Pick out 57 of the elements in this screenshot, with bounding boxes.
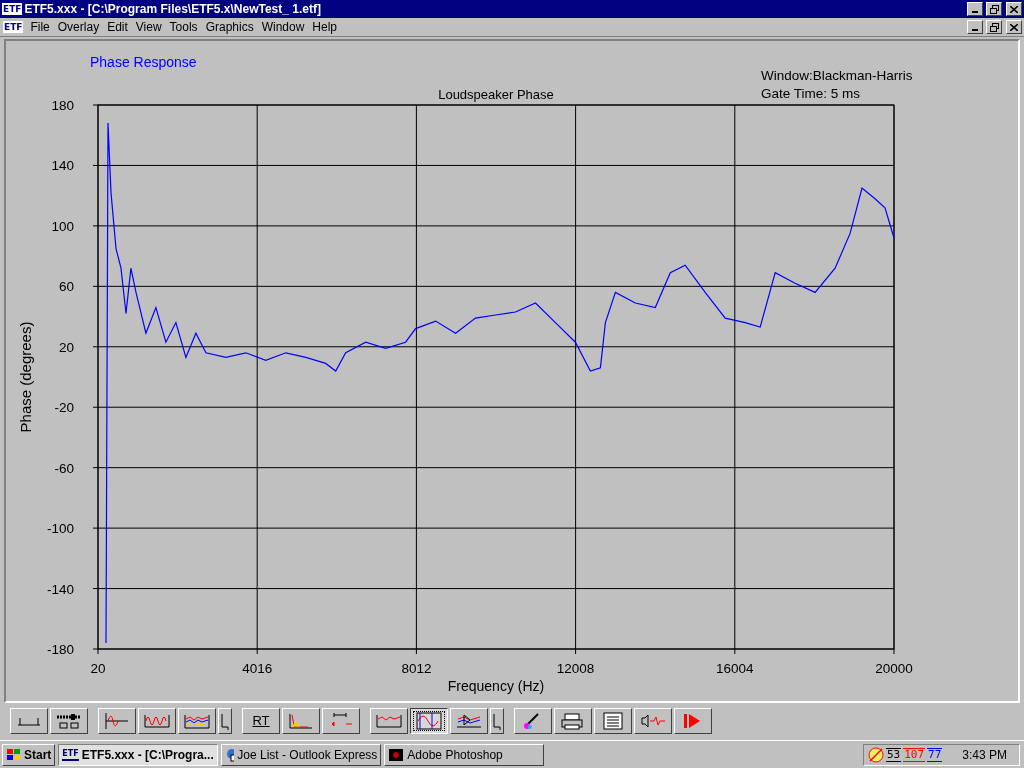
x-axis-label: Frequency (Hz) <box>447 678 545 694</box>
x-tick-label: 20 <box>90 661 106 676</box>
bracket-icon <box>220 711 230 731</box>
menu-item[interactable]: View <box>131 18 166 36</box>
bracket-icon <box>492 711 502 731</box>
info-text: Window:Blackman-Harris <box>761 68 913 83</box>
window-title: ETF5.xxx - [C:\Program Files\ETF5.x\NewTest_ 1.etf] <box>24 1 321 18</box>
restore-button[interactable] <box>986 20 1002 34</box>
menu-item[interactable]: Tools <box>165 18 202 36</box>
menu-item[interactable]: File <box>26 18 54 36</box>
taskbar-task[interactable]: Joe List - Outlook Express <box>221 743 382 766</box>
x-tick-label: 20000 <box>875 661 913 676</box>
menu-item[interactable]: Help <box>308 18 342 36</box>
x-tick-label: 8012 <box>401 661 432 676</box>
restore-button[interactable] <box>986 2 1002 16</box>
y-tick-label: 60 <box>58 279 74 295</box>
speaker-plot-icon <box>454 711 484 731</box>
y-tick-label: -100 <box>46 521 74 537</box>
x-tick-label: 4016 <box>242 661 273 676</box>
tray-meter: 77 <box>927 747 943 762</box>
y-tick-label: -60 <box>54 460 74 476</box>
y-tick-label: -180 <box>46 642 74 657</box>
menu-item[interactable]: Graphics <box>201 18 258 36</box>
x-tick-label: 12008 <box>556 661 595 676</box>
close-icon <box>1010 5 1018 13</box>
chart-title: Loudspeaker Phase <box>438 87 554 102</box>
app-icon: ETF <box>2 3 23 15</box>
menu-item[interactable]: Window <box>257 18 309 36</box>
toolbar-button[interactable]: RT <box>242 708 280 734</box>
y-tick-label: -140 <box>46 581 74 597</box>
minimize-button[interactable] <box>967 2 983 16</box>
tray-meter: 107 <box>903 747 926 762</box>
baseline-icon <box>17 716 41 726</box>
minimize-button[interactable] <box>967 20 983 34</box>
clock-time: 3:43 PM <box>962 746 1007 764</box>
document-icon: ETF <box>3 21 24 33</box>
close-button[interactable] <box>1006 2 1022 16</box>
y-tick-label: 140 <box>51 158 74 174</box>
taskbar-task[interactable]: Adobe Photoshop <box>384 743 545 766</box>
toolbar-button[interactable] <box>410 708 448 734</box>
start-button[interactable]: Start <box>2 743 56 766</box>
phase-icon <box>414 711 444 731</box>
x-tick-label: 16004 <box>716 661 754 676</box>
menu-item[interactable]: Edit <box>103 18 132 36</box>
y-axis-label: Phase (degrees) <box>17 321 34 433</box>
menu-item[interactable]: Overlay <box>53 18 104 36</box>
close-button[interactable] <box>1006 20 1022 34</box>
close-icon <box>1010 23 1018 31</box>
info-text: Gate Time: 5 ms <box>761 86 861 101</box>
y-tick-label: -20 <box>54 400 74 416</box>
view-title: Phase Response <box>90 54 197 70</box>
taskbar-task[interactable]: ETF ETF5.xxx - [C:\Progra... <box>58 743 219 766</box>
tray-meter: 53 <box>885 747 902 762</box>
y-tick-label: 180 <box>51 98 74 113</box>
y-tick-label: 100 <box>51 218 74 234</box>
windows-logo-icon <box>6 747 22 762</box>
y-tick-label: 20 <box>58 339 74 355</box>
